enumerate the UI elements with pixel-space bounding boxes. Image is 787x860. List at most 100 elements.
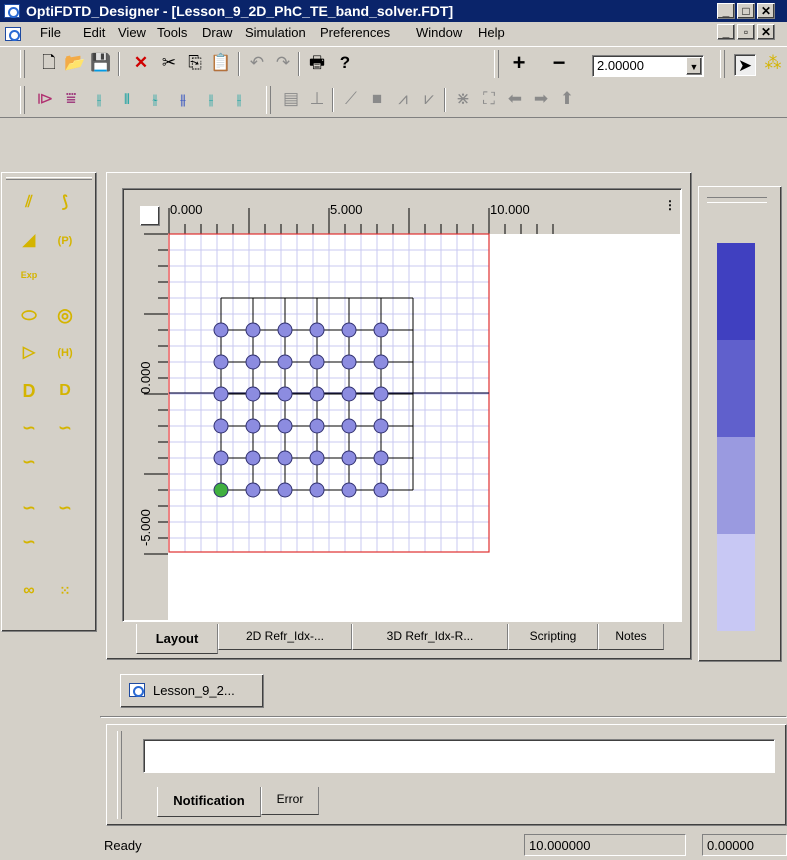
input-plane-icon[interactable]: ⧐ xyxy=(34,88,56,110)
copy-icon[interactable]: ⎘ xyxy=(184,52,206,74)
toolbar-grip[interactable] xyxy=(20,50,25,78)
print-icon[interactable]: 🖶 xyxy=(306,52,328,74)
lattice-rod[interactable] xyxy=(213,322,229,338)
arrow-right-icon[interactable]: ➡ xyxy=(530,88,552,110)
menu-view[interactable]: View xyxy=(118,24,146,42)
collapse-icon[interactable]: ⋇ xyxy=(452,88,474,110)
document-tab[interactable]: Lesson_9_2... xyxy=(120,674,264,708)
chevron-down-icon[interactable]: ▼ xyxy=(686,57,702,75)
align-bottom-icon[interactable]: ⊥ xyxy=(306,88,328,110)
toolbar-grip[interactable] xyxy=(720,50,725,78)
observation-line-icon[interactable]: ⫲ xyxy=(88,88,110,110)
tab-notification[interactable]: Notification xyxy=(157,787,261,817)
lattice-rod[interactable] xyxy=(213,386,229,402)
arc-waveguide-icon[interactable]: ⟆ xyxy=(52,191,78,215)
undo-icon[interactable]: ↶ xyxy=(246,52,268,74)
open-folder-icon[interactable]: 📂 xyxy=(64,52,86,74)
lattice-rod[interactable] xyxy=(309,386,325,402)
half-circle-icon[interactable]: D xyxy=(52,379,78,403)
y-branch-icon[interactable]: ▷ xyxy=(16,341,42,365)
s-bend-cosine-icon[interactable]: ∽ xyxy=(16,451,42,475)
align-left-icon[interactable]: ▤ xyxy=(280,88,302,110)
close-button[interactable]: ✕ xyxy=(757,3,775,19)
help-icon[interactable]: ? xyxy=(334,52,356,74)
observation-point-icon[interactable]: ⩸ xyxy=(60,88,82,110)
lattice-rod[interactable] xyxy=(373,482,389,498)
cut-icon[interactable]: ✂ xyxy=(158,52,180,74)
redo-icon[interactable]: ↷ xyxy=(272,52,294,74)
lattice-rod[interactable] xyxy=(245,482,261,498)
tab-3d-refr-idx[interactable]: 3D Refr_Idx-R... xyxy=(352,624,508,650)
document-icon[interactable] xyxy=(5,27,21,41)
paste-icon[interactable]: 📋 xyxy=(210,52,232,74)
s-bend-cosine-icon[interactable]: ∽ xyxy=(16,531,42,555)
lattice-rod[interactable] xyxy=(309,418,325,434)
tab-layout[interactable]: Layout xyxy=(136,624,218,654)
observation-area-icon[interactable]: ⫳ xyxy=(144,88,166,110)
lattice-rod[interactable] xyxy=(277,386,293,402)
toolbar-grip[interactable] xyxy=(266,86,271,114)
shape-icon[interactable]: ⟋ xyxy=(340,88,362,110)
lattice-rod[interactable] xyxy=(213,418,229,434)
s-bend-sine-icon[interactable]: ∽ xyxy=(52,497,78,521)
menu-preferences[interactable]: Preferences xyxy=(320,24,390,42)
notification-output[interactable] xyxy=(143,739,775,773)
arrow-up-icon[interactable]: ⬆ xyxy=(556,88,578,110)
palette-grip[interactable] xyxy=(6,177,92,180)
h-branch-icon[interactable]: (H) xyxy=(52,341,78,365)
lattice-rod[interactable] xyxy=(373,450,389,466)
mdi-close-button[interactable]: ✕ xyxy=(757,24,775,40)
lattice-rod[interactable] xyxy=(277,418,293,434)
toolbar-grip[interactable] xyxy=(494,50,499,78)
menu-help[interactable]: Help xyxy=(478,24,505,42)
mdi-minimize-button[interactable]: _ xyxy=(717,24,735,40)
menu-window[interactable]: Window xyxy=(416,24,462,42)
ruler-corner-button[interactable] xyxy=(140,206,160,226)
lattice-rod[interactable] xyxy=(341,322,357,338)
toolbar-grip[interactable] xyxy=(20,86,25,114)
lattice-rod[interactable] xyxy=(373,354,389,370)
lattice-rod[interactable] xyxy=(277,450,293,466)
half-circle-icon[interactable]: D xyxy=(16,379,42,403)
lattice-rod[interactable] xyxy=(341,354,357,370)
more-options-icon[interactable]: ⋮ xyxy=(664,198,676,212)
coupler-icon[interactable]: ∞ xyxy=(16,579,42,603)
lattice-rod[interactable] xyxy=(341,450,357,466)
lattice-rod[interactable] xyxy=(309,354,325,370)
arrow-left-icon[interactable]: ⬅ xyxy=(504,88,526,110)
ellipse-icon[interactable]: ⬭ xyxy=(16,303,42,327)
menu-tools[interactable]: Tools xyxy=(157,24,187,42)
lattice-rod[interactable] xyxy=(277,482,293,498)
save-icon[interactable]: 💾 xyxy=(90,52,112,74)
tab-2d-refr-idx[interactable]: 2D Refr_Idx-... xyxy=(218,624,352,650)
layout-drawing[interactable] xyxy=(124,190,680,620)
lattice-rod[interactable] xyxy=(373,386,389,402)
lattice-rod[interactable] xyxy=(213,450,229,466)
delete-icon[interactable]: ✕ xyxy=(130,52,152,74)
exponential-waveguide-icon[interactable]: Exp xyxy=(16,263,42,287)
observation-icon[interactable]: ⫲ xyxy=(200,88,222,110)
lattice-rod[interactable] xyxy=(277,354,293,370)
lattice-icon[interactable]: ⁙ xyxy=(52,579,78,603)
lattice-rod[interactable] xyxy=(245,450,261,466)
lattice-rod[interactable] xyxy=(309,482,325,498)
layout-canvas[interactable]: 0.000 5.000 10.000 0.000 -5.000 ⋮ xyxy=(124,190,680,620)
zoom-out-icon[interactable]: − xyxy=(548,52,570,74)
expand-icon[interactable]: ⛶ xyxy=(478,88,500,110)
lattice-rod[interactable] xyxy=(213,354,229,370)
menu-file[interactable]: File xyxy=(40,24,61,42)
parabolic-waveguide-icon[interactable]: (P) xyxy=(52,229,78,253)
mdi-restore-button[interactable]: ▫ xyxy=(737,24,755,40)
taper-waveguide-icon[interactable]: ◢ xyxy=(16,229,42,253)
lattice-rod[interactable] xyxy=(245,322,261,338)
scale-grip[interactable] xyxy=(707,197,767,203)
lattice-rod[interactable] xyxy=(245,354,261,370)
selected-rod[interactable] xyxy=(213,482,229,498)
lattice-rod[interactable] xyxy=(309,322,325,338)
s-bend-sine-icon[interactable]: ∽ xyxy=(52,417,78,441)
chart-icon[interactable]: ⩗ xyxy=(418,88,440,110)
tab-scripting[interactable]: Scripting xyxy=(508,624,598,650)
lattice-rod[interactable] xyxy=(277,322,293,338)
lattice-rod[interactable] xyxy=(245,418,261,434)
ring-icon[interactable]: ◎ xyxy=(52,303,78,327)
